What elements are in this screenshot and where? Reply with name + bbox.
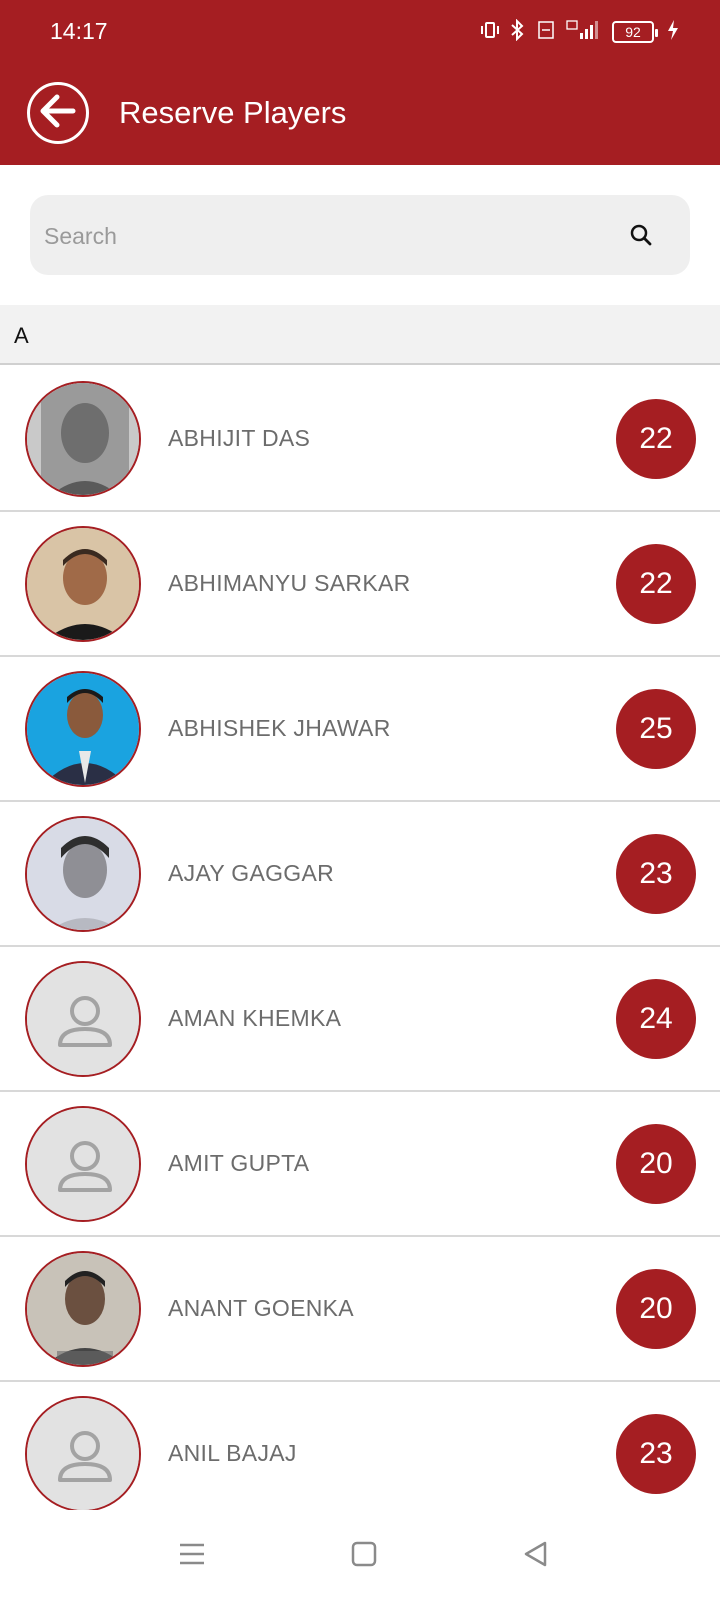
4g-signal-icon — [564, 19, 604, 46]
player-photo — [25, 671, 141, 787]
player-number-badge: 23 — [616, 834, 696, 914]
player-name: AMIT GUPTA — [168, 1150, 310, 1176]
player-row[interactable]: AJAY GAGGAR 23 — [0, 802, 720, 947]
player-avatar-placeholder — [25, 1396, 141, 1512]
player-photo — [25, 381, 141, 497]
player-row[interactable]: ABHISHEK JHAWAR 25 — [0, 657, 720, 802]
player-name: ABHIMANYU SARKAR — [168, 570, 411, 596]
player-number-badge: 23 — [616, 1414, 696, 1494]
player-name: AJAY GAGGAR — [168, 860, 335, 886]
search-bar[interactable] — [30, 195, 690, 277]
home-square-icon[interactable] — [342, 1532, 386, 1576]
search-icon[interactable] — [629, 223, 653, 247]
player-number-badge: 22 — [616, 544, 696, 624]
player-row[interactable]: AMIT GUPTA 20 — [0, 1092, 720, 1237]
player-name: ABHIJIT DAS — [168, 425, 311, 451]
page-title: Reserve Players — [119, 95, 347, 130]
player-name: AMAN KHEMKA — [168, 1005, 342, 1031]
player-number-badge: 20 — [616, 1269, 696, 1349]
player-row[interactable]: AMAN KHEMKA 24 — [0, 947, 720, 1092]
player-number-badge: 22 — [616, 399, 696, 479]
player-number-badge: 24 — [616, 979, 696, 1059]
section-letter: A — [14, 323, 29, 348]
volte-icon — [536, 19, 556, 46]
bluetooth-icon — [508, 18, 528, 46]
player-list: ABHIJIT DAS 22 ABHIMANYU SARKAR 22 ABHIS… — [0, 367, 720, 1527]
player-row[interactable]: ABHIJIT DAS 22 — [0, 367, 720, 512]
player-name: ABHISHEK JHAWAR — [168, 715, 391, 741]
menu-icon[interactable] — [170, 1532, 214, 1576]
player-avatar-placeholder — [25, 1106, 141, 1222]
player-photo — [25, 1251, 141, 1367]
person-icon — [27, 1398, 139, 1510]
person-icon — [27, 1108, 139, 1220]
player-row[interactable]: ANIL BAJAJ 23 — [0, 1382, 720, 1527]
app-bar: 14:17 92 Reserve Players — [0, 0, 720, 165]
player-avatar-placeholder — [25, 961, 141, 1077]
system-nav-bar — [0, 1510, 720, 1600]
charging-icon — [666, 19, 680, 46]
player-name: ANIL BAJAJ — [168, 1440, 297, 1466]
vibrate-icon — [480, 20, 500, 45]
player-photo — [25, 816, 141, 932]
player-row[interactable]: ABHIMANYU SARKAR 22 — [0, 512, 720, 657]
battery-level: 92 — [612, 21, 654, 43]
status-icons: 92 — [480, 14, 680, 50]
player-number-badge: 20 — [616, 1124, 696, 1204]
player-name: ANANT GOENKA — [168, 1295, 354, 1321]
player-row[interactable]: ANANT GOENKA 20 — [0, 1237, 720, 1382]
back-triangle-icon[interactable] — [514, 1532, 558, 1576]
person-icon — [27, 963, 139, 1075]
back-button[interactable] — [27, 82, 89, 144]
player-photo — [25, 526, 141, 642]
status-time: 14:17 — [50, 18, 108, 44]
player-number-badge: 25 — [616, 689, 696, 769]
section-header: A — [0, 305, 720, 365]
search-input[interactable] — [42, 195, 606, 277]
battery-icon: 92 — [612, 21, 658, 43]
arrow-left-icon — [39, 94, 77, 133]
